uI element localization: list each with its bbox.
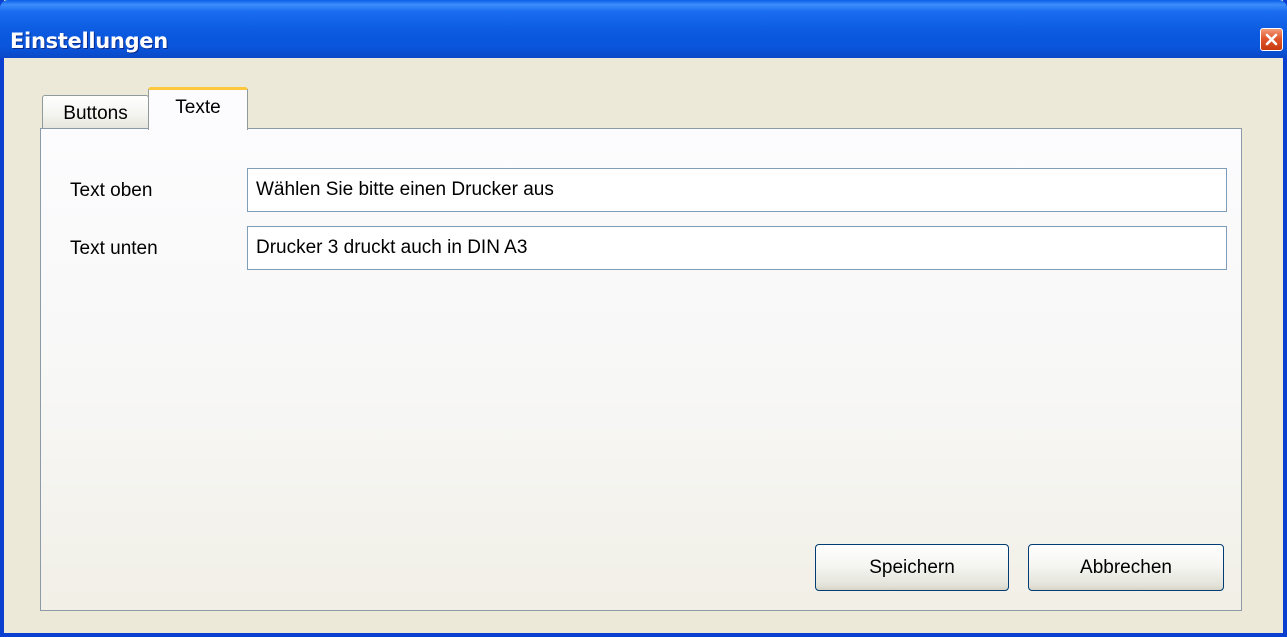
text-oben-label: Text oben (70, 180, 153, 201)
tab-buttons[interactable]: Buttons (42, 95, 149, 129)
text-oben-input[interactable] (247, 168, 1227, 212)
cancel-button[interactable]: Abbrechen (1028, 544, 1224, 591)
save-button[interactable]: Speichern (815, 544, 1009, 591)
tab-texte[interactable]: Texte (148, 87, 248, 130)
text-unten-input[interactable] (247, 226, 1227, 270)
title-bar[interactable]: Einstellungen (0, 0, 1287, 58)
close-icon (1265, 33, 1278, 46)
text-unten-label: Text unten (70, 238, 158, 259)
close-button[interactable] (1260, 28, 1283, 51)
window-title: Einstellungen (10, 29, 168, 53)
